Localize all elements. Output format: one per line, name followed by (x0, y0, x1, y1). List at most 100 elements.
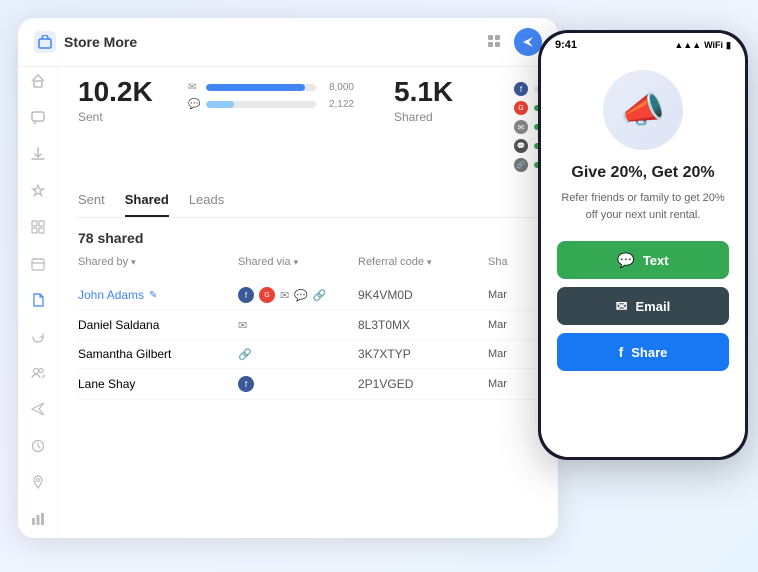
phone-status-bar: 9:41 ▲▲▲ WiFi ▮ (541, 33, 745, 54)
chat-bar-track (206, 101, 316, 108)
share-button[interactable]: f Share (557, 333, 729, 371)
sidebar-clock[interactable] (28, 437, 48, 455)
table-row: Daniel Saldana ✉ 8L3T0MX Mar (78, 311, 538, 340)
sent-number: 10.2K (78, 78, 158, 106)
battery-icon: ▮ (726, 40, 731, 51)
referral-john: 9K4VM0D (358, 288, 488, 302)
sidebar-file[interactable] (28, 291, 48, 309)
sidebar-home[interactable] (28, 72, 48, 90)
sidebar-location[interactable] (28, 473, 48, 491)
tab-leads[interactable]: Leads (189, 192, 224, 217)
shared-count: 78 shared (78, 230, 538, 246)
row-icons-samantha: 🔗 (238, 348, 358, 361)
email-bar-fill (206, 84, 305, 91)
chat-bar-fill (206, 101, 234, 108)
sidebar-chat[interactable] (28, 108, 48, 126)
ch-share-icon: 💬 (294, 289, 308, 302)
sort-arrow-shared-via: ▾ (294, 257, 299, 268)
table-row: Samantha Gilbert 🔗 3K7XTYP Mar (78, 340, 538, 369)
phone-inner: 9:41 ▲▲▲ WiFi ▮ 📣 Give 20%, Get 20% Refe… (541, 33, 745, 457)
table-row: John Adams ✎ f G ✉ 💬 🔗 9K4VM0D Mar (78, 280, 538, 311)
send-button[interactable] (514, 28, 542, 56)
email-icon: ✉ (616, 298, 628, 315)
row-name-samantha: Samantha Gilbert (78, 347, 238, 361)
content-area: 10.2K Sent ✉ 8,000 💬 2,122 (58, 62, 558, 538)
dashboard-card: Store More (18, 18, 558, 538)
signal-icon: ▲▲▲ (674, 40, 701, 50)
row-name-daniel: Daniel Saldana (78, 318, 238, 332)
email-label: Email (636, 299, 671, 314)
referral-lane: 2P1VGED (358, 377, 488, 391)
sidebar-users[interactable] (28, 364, 48, 382)
shared-number: 5.1K (394, 78, 474, 106)
sidebar-analytics[interactable] (28, 510, 48, 528)
tab-shared[interactable]: Shared (125, 192, 169, 217)
email-bar-icon: ✉ (188, 82, 200, 93)
col-shared-via[interactable]: Shared via ▾ (238, 256, 358, 268)
chat-bar-icon: 💬 (188, 99, 200, 110)
top-bar: Store More (18, 18, 558, 67)
row-icons-lane: f (238, 376, 358, 392)
status-icons: ▲▲▲ WiFi ▮ (674, 40, 731, 51)
sidebar-send[interactable] (28, 400, 48, 418)
email-bar-value: 8,000 (322, 82, 354, 93)
sent-stat: 10.2K Sent (78, 78, 158, 124)
tab-sent[interactable]: Sent (78, 192, 105, 217)
sidebar (18, 62, 58, 538)
gr-share-icon: G (259, 287, 275, 303)
phone-mockup: 9:41 ▲▲▲ WiFi ▮ 📣 Give 20%, Get 20% Refe… (538, 30, 748, 460)
lk-icon-samantha: 🔗 (238, 348, 252, 361)
text-button[interactable]: 💬 Text (557, 241, 729, 279)
row-name-john[interactable]: John Adams ✎ (78, 288, 238, 302)
fb-icon: f (514, 82, 528, 96)
edit-icon: ✎ (149, 290, 157, 301)
ch-icon: 💬 (514, 139, 528, 153)
referral-samantha: 3K7XTYP (358, 347, 488, 361)
col-shared-by[interactable]: Shared by ▾ (78, 256, 238, 268)
shared-stat: 5.1K Shared (394, 78, 474, 124)
phone-content: 📣 Give 20%, Get 20% Refer friends or fam… (541, 54, 745, 457)
row-name-lane: Lane Shay (78, 377, 238, 391)
text-label: Text (643, 253, 669, 268)
shared-label: Shared (394, 110, 474, 124)
sidebar-refresh[interactable] (28, 327, 48, 345)
bar-row-chat: 💬 2,122 (188, 99, 354, 110)
referral-daniel: 8L3T0MX (358, 318, 488, 332)
status-time: 9:41 (555, 39, 577, 51)
promo-image: 📣 (603, 70, 683, 150)
bar-row-email: ✉ 8,000 (188, 82, 354, 93)
col-referral-code[interactable]: Referral code ▾ (358, 256, 488, 268)
chat-bar-value: 2,122 (322, 99, 354, 110)
app-title: Store More (64, 34, 486, 50)
em-icon-daniel: ✉ (238, 319, 247, 332)
fb-icon-lane: f (238, 376, 254, 392)
tabs: Sent Shared Leads (78, 192, 538, 218)
sidebar-calendar[interactable] (28, 254, 48, 272)
table-row: Lane Shay f 2P1VGED Mar (78, 369, 538, 400)
table-header: 78 shared Shared by ▾ Shared via ▾ Refer… (78, 230, 538, 268)
sidebar-star[interactable] (28, 181, 48, 199)
sort-arrow-referral: ▾ (427, 257, 432, 268)
wifi-icon: WiFi (704, 40, 723, 50)
fb-share-icon: f (238, 287, 254, 303)
promo-desc: Refer friends or family to get 20% off y… (557, 190, 729, 223)
promo-title: Give 20%, Get 20% (571, 164, 714, 182)
grid-icon[interactable] (486, 33, 504, 51)
sidebar-download[interactable] (28, 145, 48, 163)
top-bar-icons (486, 28, 542, 56)
share-icon: f (619, 344, 624, 360)
app-logo (34, 31, 56, 53)
text-icon: 💬 (617, 252, 634, 269)
row-icons-daniel: ✉ (238, 319, 358, 332)
stats-row: 10.2K Sent ✉ 8,000 💬 2,122 (78, 78, 538, 172)
gr-icon: G (514, 101, 528, 115)
email-bar-track (206, 84, 316, 91)
row-icons-john: f G ✉ 💬 🔗 (238, 287, 358, 303)
ln-icon: 🔗 (514, 158, 528, 172)
em-share-icon: ✉ (280, 289, 289, 302)
email-button[interactable]: ✉ Email (557, 287, 729, 325)
column-headers: Shared by ▾ Shared via ▾ Referral code ▾… (78, 256, 538, 268)
promo-emoji: 📣 (621, 89, 666, 131)
sidebar-grid[interactable] (28, 218, 48, 236)
sent-bars: ✉ 8,000 💬 2,122 (188, 82, 354, 110)
